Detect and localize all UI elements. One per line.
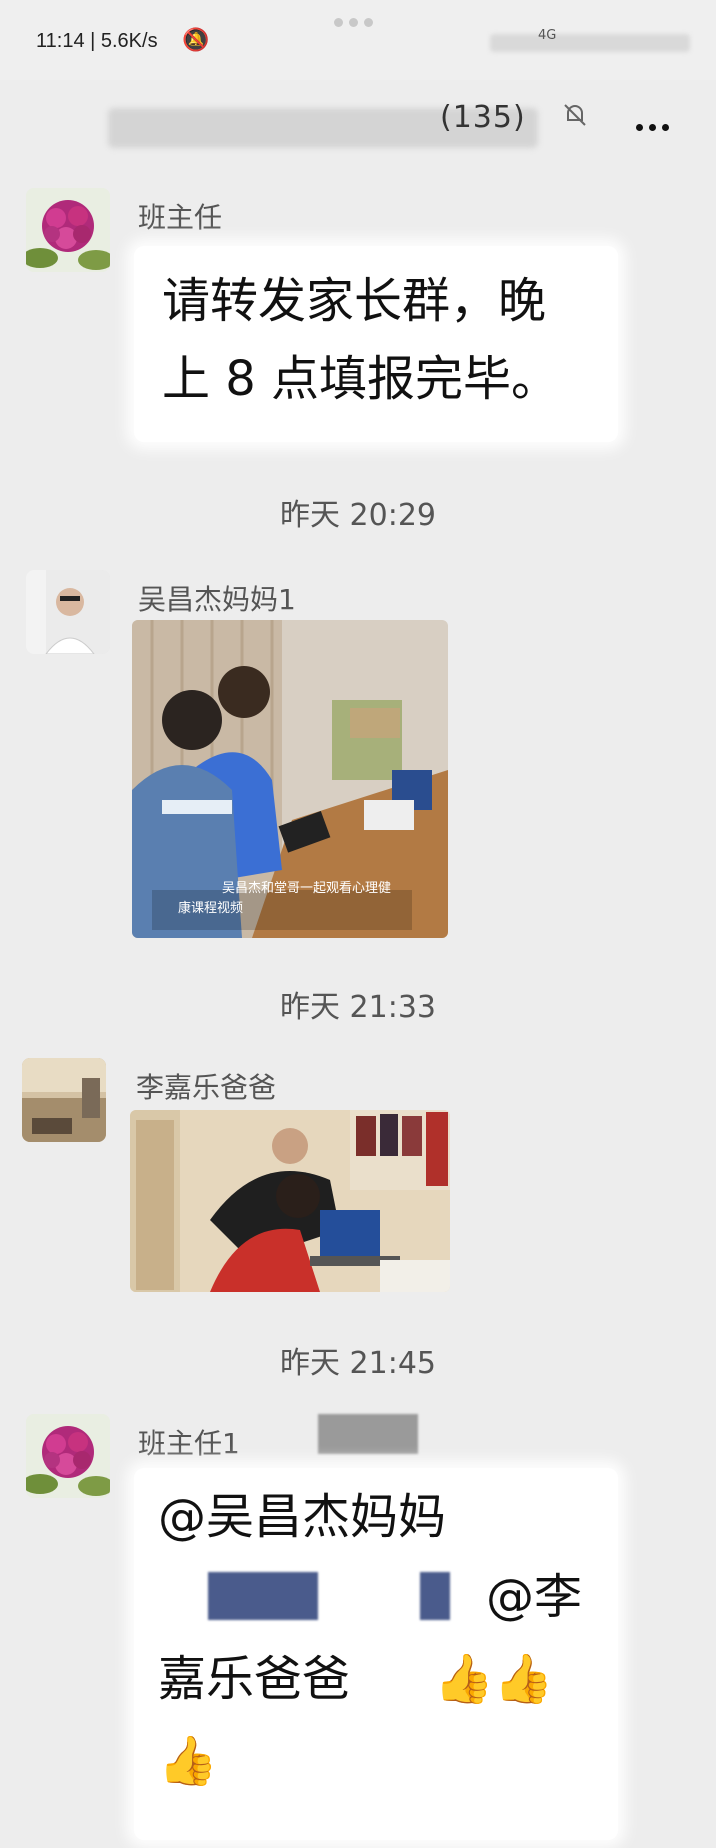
message-line: 请转发家长群，晚 [162, 273, 547, 329]
message-line: 上 8 点填报完毕。 [162, 351, 560, 407]
photo-kids-at-desk: 吴昌杰和堂哥一起观看心理健 康课程视频 [132, 620, 448, 938]
flower-avatar-icon [26, 1414, 110, 1498]
person-avatar-icon [26, 570, 110, 654]
message-bubble[interactable]: @吴昌杰妈妈 @李 嘉乐爸爸 👍👍 👍 [134, 1468, 618, 1840]
chat-title-bar: (135) [0, 80, 716, 176]
redacted-block [420, 1572, 450, 1620]
message-bubble[interactable]: 请转发家长群，晚 上 8 点填报完毕。 [134, 246, 618, 442]
redacted-block [208, 1572, 318, 1620]
avatar[interactable] [26, 570, 110, 654]
redacted-block [318, 1414, 418, 1454]
network-label: 4G [538, 28, 557, 43]
room-avatar-icon [22, 1058, 106, 1142]
status-time: 11:14 | 5.6K/s [36, 30, 158, 52]
sender-name: 吴昌杰妈妈1 [138, 583, 296, 616]
mute-status-icon: 🔕 [182, 28, 210, 53]
timestamp: 昨天 20:29 [280, 498, 436, 533]
sender-name: 班主任1 [138, 1427, 240, 1460]
thumbs-up-icon: 👍👍 [434, 1651, 554, 1707]
status-icons-blurred [490, 34, 690, 52]
more-options-icon[interactable] [636, 116, 675, 135]
message-mention: 嘉乐爸爸 [158, 1651, 351, 1707]
avatar[interactable] [26, 1414, 110, 1498]
chat-member-count: (135) [440, 100, 526, 135]
timestamp: 昨天 21:45 [280, 1346, 436, 1381]
photo-father-son-laptop [130, 1110, 450, 1292]
window-handle-dots [334, 12, 379, 31]
mute-bell-icon [564, 104, 586, 126]
chat-photo[interactable] [130, 1110, 450, 1292]
timestamp: 昨天 21:33 [280, 990, 436, 1025]
chat-photo[interactable]: 吴昌杰和堂哥一起观看心理健 康课程视频 [132, 620, 448, 938]
message-mention: @李 [486, 1569, 583, 1625]
photo-caption-line: 康课程视频 [178, 900, 243, 916]
thumbs-up-icon: 👍 [158, 1733, 218, 1789]
photo-caption-line: 吴昌杰和堂哥一起观看心理健 [222, 880, 391, 896]
avatar[interactable] [26, 188, 110, 272]
avatar[interactable] [22, 1058, 106, 1142]
status-bar: 11:14 | 5.6K/s 🔕 4G [0, 0, 716, 80]
sender-name: 李嘉乐爸爸 [136, 1071, 277, 1104]
message-mention: @吴昌杰妈妈 [158, 1489, 447, 1545]
sender-name: 班主任 [138, 201, 223, 234]
flower-avatar-icon [26, 188, 110, 272]
